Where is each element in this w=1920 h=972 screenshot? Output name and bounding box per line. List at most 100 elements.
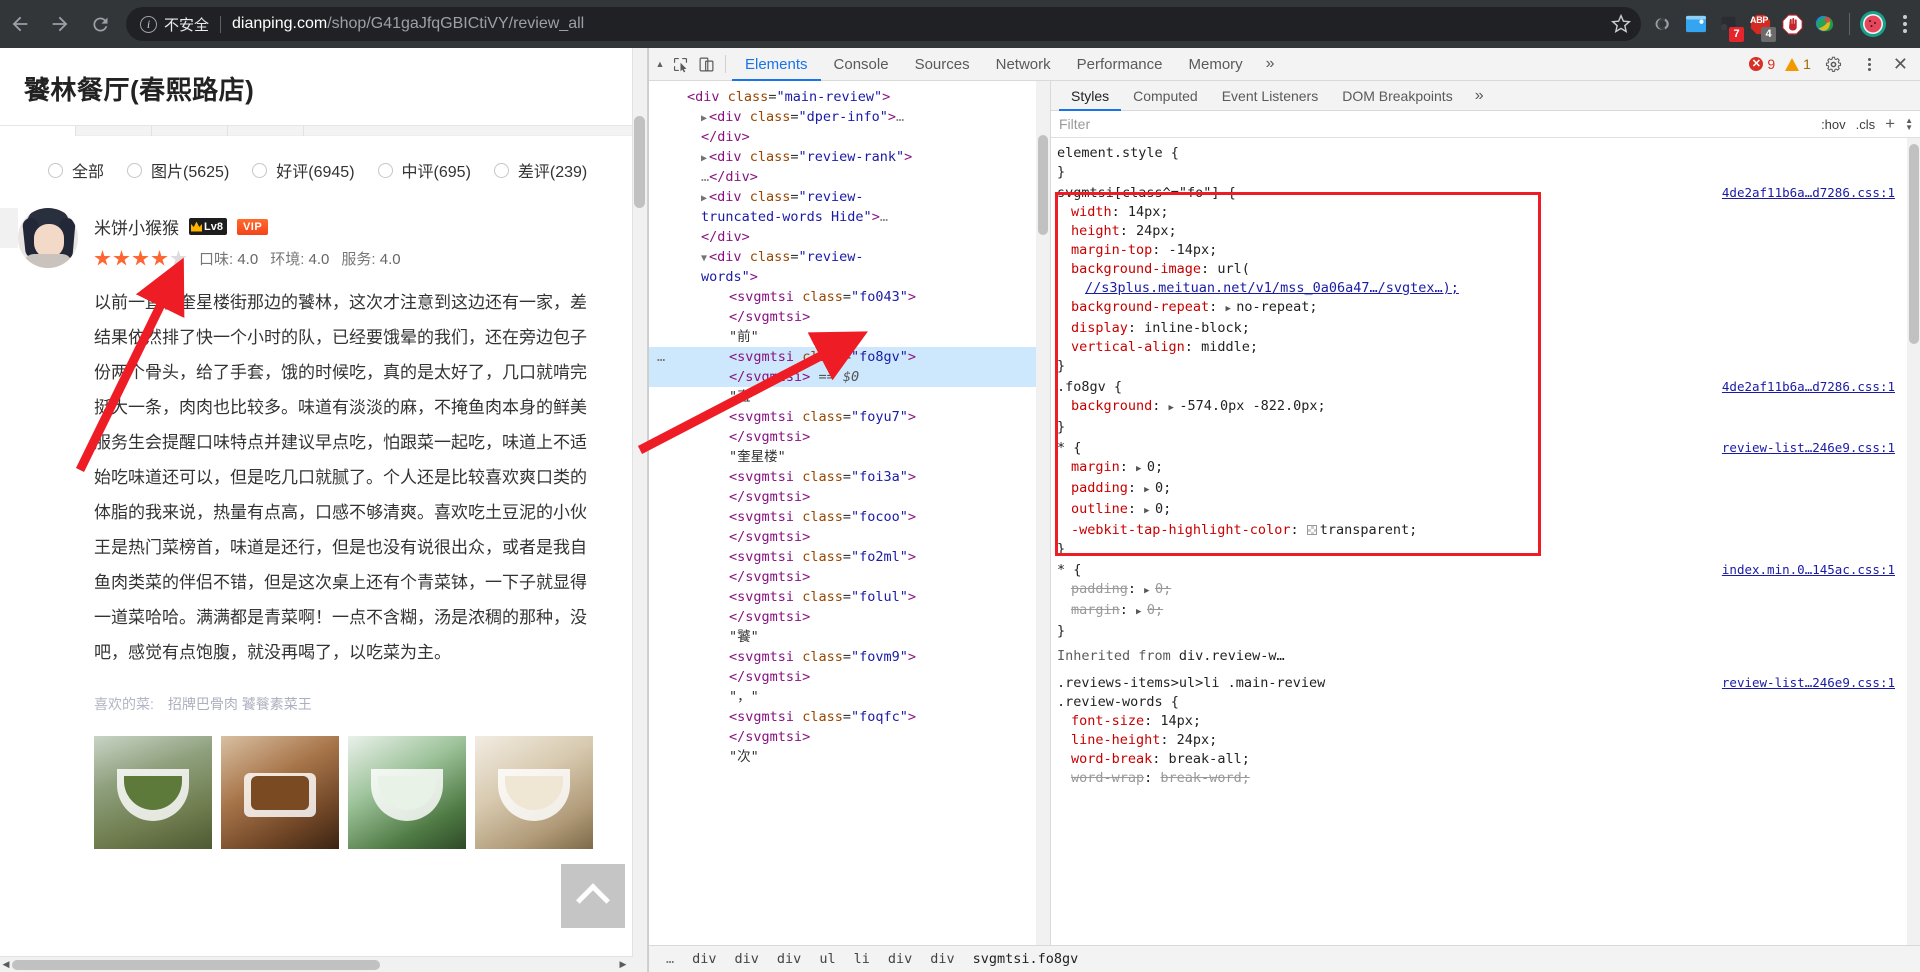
dom-tree-node[interactable]: ▶ <div class="dper-info">… — [649, 107, 1050, 127]
scrollbar-thumb[interactable] — [12, 960, 380, 970]
css-declaration[interactable]: margin-top: -14px; — [1057, 241, 1907, 260]
adblock-plus-icon[interactable]: ABP 4 — [1745, 9, 1776, 42]
gear-icon[interactable] — [1821, 51, 1847, 77]
avatar[interactable] — [18, 208, 78, 268]
dom-tree-node[interactable]: </svgmtsi> — [649, 727, 1050, 747]
device-toolbar-icon[interactable] — [693, 51, 719, 77]
css-declaration[interactable]: padding: ▶ 0; — [1057, 580, 1907, 601]
back-arrow-icon[interactable] — [0, 4, 40, 44]
css-declaration[interactable]: height: 24px; — [1057, 222, 1907, 241]
review-photo[interactable] — [475, 736, 593, 849]
dom-tree-pane[interactable]: <div class="main-review"> ▶ <div class="dp… — [649, 81, 1051, 945]
css-selector-2[interactable]: .review-words { — [1057, 693, 1907, 712]
forward-arrow-icon[interactable] — [40, 4, 80, 44]
breadcrumb-item[interactable]: div — [921, 951, 963, 967]
dom-tree-node[interactable]: <svgmtsi class="fovm9"> — [649, 647, 1050, 667]
css-declaration[interactable]: padding: ▶ 0; — [1057, 479, 1907, 500]
tab-sources[interactable]: Sources — [902, 48, 983, 81]
cls-toggle[interactable]: .cls — [1856, 117, 1876, 132]
dom-tree-node[interactable]: <svgmtsi class="fo043"> — [649, 287, 1050, 307]
css-declaration[interactable]: line-height: 24px; — [1057, 731, 1907, 750]
css-declaration[interactable]: margin: ▶ 0; — [1057, 458, 1907, 479]
sort-arrows-icon[interactable]: ▲ ▼ — [1905, 117, 1913, 132]
dom-vertical-scrollbar[interactable] — [1036, 81, 1050, 945]
dom-tree-node[interactable]: words"> — [649, 267, 1050, 287]
tab-event-listeners[interactable]: Event Listeners — [1210, 81, 1331, 111]
dom-tree-node[interactable]: </svgmtsi> — [649, 487, 1050, 507]
inspect-element-icon[interactable] — [667, 51, 693, 77]
dom-tree-node[interactable]: <svgmtsi class="foqfc"> — [649, 707, 1050, 727]
css-selector[interactable]: * { — [1057, 440, 1081, 456]
dom-tree-node[interactable]: truncated-words Hide">… — [649, 207, 1050, 227]
tab-console[interactable]: Console — [821, 48, 902, 81]
css-selector[interactable]: * { — [1057, 562, 1081, 578]
dom-tree-node[interactable]: </svgmtsi> — [649, 567, 1050, 587]
three-dot-menu-icon[interactable] — [1857, 51, 1883, 77]
breadcrumb-item[interactable]: svgmtsi.fo8gv — [964, 951, 1088, 967]
css-source-link[interactable]: //s3plus.meituan.net/v1/mss_0a06a47…/svg… — [1085, 280, 1459, 296]
dom-tree-node[interactable]: <svgmtsi class="foyu7"> — [649, 407, 1050, 427]
scroll-right-arrow-icon[interactable]: ▶ — [617, 959, 629, 970]
css-declaration[interactable]: background-image: url( — [1057, 260, 1907, 279]
dom-tree-node[interactable]: <svgmtsi class="fo8gv">… — [649, 347, 1050, 367]
collapse-caret-icon[interactable]: ▲ — [653, 59, 667, 69]
page-horizontal-scrollbar[interactable]: ◀ ▶ — [0, 956, 633, 972]
dom-tree-node[interactable]: "饕" — [649, 627, 1050, 647]
address-bar[interactable]: i 不安全 dianping.com/shop/G41gaJfqGBICtiVY… — [126, 7, 1641, 41]
bookmark-star-icon[interactable] — [1607, 10, 1635, 38]
review-photo[interactable] — [94, 736, 212, 849]
dom-tree-node[interactable]: ▶ <div class="review- — [649, 187, 1050, 207]
css-declaration[interactable]: display: inline-block; — [1057, 319, 1907, 338]
security-indicator[interactable]: i 不安全 — [140, 14, 209, 35]
warning-count-badge[interactable]: 1 — [1785, 56, 1811, 72]
filter-radio-bad[interactable]: 差评(239) — [493, 158, 587, 182]
dom-tree-node[interactable]: <svgmtsi class="folul"> — [649, 587, 1050, 607]
css-declaration[interactable]: background: ▶ -574.0px -822.0px; — [1057, 397, 1907, 418]
css-source-link[interactable]: index.min.0…145ac.css:1 — [1722, 560, 1895, 579]
element-style-selector[interactable]: element.style { — [1057, 144, 1907, 163]
breadcrumb-item[interactable]: li — [845, 951, 879, 967]
css-declaration[interactable]: background-repeat: ▶ no-repeat; — [1057, 298, 1907, 319]
tab-elements[interactable]: Elements — [732, 48, 821, 81]
styles-vertical-scrollbar[interactable] — [1907, 138, 1920, 945]
dom-tree-node[interactable]: <svgmtsi class="focoo"> — [649, 507, 1050, 527]
dom-tree-node[interactable]: …</div> — [649, 167, 1050, 187]
reload-icon[interactable] — [80, 4, 120, 44]
liked-dishes-value[interactable]: 招牌巴骨肉 饕餮素菜王 — [168, 694, 312, 714]
css-selector[interactable]: svgmtsi[class^="fo"] { — [1057, 185, 1236, 201]
dom-tree-node[interactable]: <div class="main-review"> — [649, 87, 1050, 107]
dom-tree-node[interactable]: </div> — [649, 227, 1050, 247]
filter-radio-medium[interactable]: 中评(695) — [377, 158, 471, 182]
page-vertical-scrollbar[interactable] — [632, 48, 647, 972]
dom-tree-node[interactable]: </svgmtsi> — [649, 667, 1050, 687]
dom-tree-node[interactable]: <svgmtsi class="foi3a"> — [649, 467, 1050, 487]
chevron-double-right-icon[interactable]: » — [1465, 87, 1494, 105]
tab-styles[interactable]: Styles — [1059, 81, 1121, 111]
new-style-rule-button[interactable]: + — [1885, 114, 1895, 134]
css-selector[interactable]: .fo8gv { — [1057, 379, 1122, 395]
filter-radio-photos[interactable]: 图片(5625) — [127, 158, 229, 182]
colorful-globe-extension-icon[interactable] — [1809, 9, 1839, 39]
dom-tree-node[interactable]: ▼ <div class="review- — [649, 247, 1050, 267]
dom-tree-node[interactable]: "次" — [649, 747, 1050, 767]
dom-tree-node[interactable]: "，" — [649, 687, 1050, 707]
chevron-double-right-icon[interactable]: » — [1256, 55, 1285, 73]
css-declaration[interactable]: margin: ▶ 0; — [1057, 601, 1907, 622]
css-source-link[interactable]: review-list…246e9.css:1 — [1722, 673, 1895, 692]
tab-computed[interactable]: Computed — [1121, 81, 1210, 111]
dom-tree-node[interactable]: "前" — [649, 327, 1050, 347]
dom-tree-node[interactable]: "奎星楼" — [649, 447, 1050, 467]
color-swatch[interactable] — [1306, 525, 1317, 535]
css-source-link[interactable]: 4de2af11b6a…d7286.css:1 — [1722, 183, 1895, 202]
dom-tree-node[interactable]: <svgmtsi class="fo2ml"> — [649, 547, 1050, 567]
dom-tree-node[interactable]: "直" — [649, 387, 1050, 407]
tab-network[interactable]: Network — [983, 48, 1064, 81]
dark-square-extension-icon[interactable]: 7 — [1713, 9, 1744, 42]
dom-tree-node[interactable]: </svgmtsi> — [649, 307, 1050, 327]
tab-memory[interactable]: Memory — [1176, 48, 1256, 81]
dom-tree-node[interactable]: </svgmtsi> == $0 — [649, 367, 1050, 387]
css-declaration[interactable]: //s3plus.meituan.net/v1/mss_0a06a47…/svg… — [1057, 279, 1907, 298]
close-icon[interactable]: ✕ — [1893, 54, 1908, 75]
breadcrumb-item[interactable]: div — [683, 951, 725, 967]
breadcrumb-item[interactable]: … — [657, 951, 683, 967]
